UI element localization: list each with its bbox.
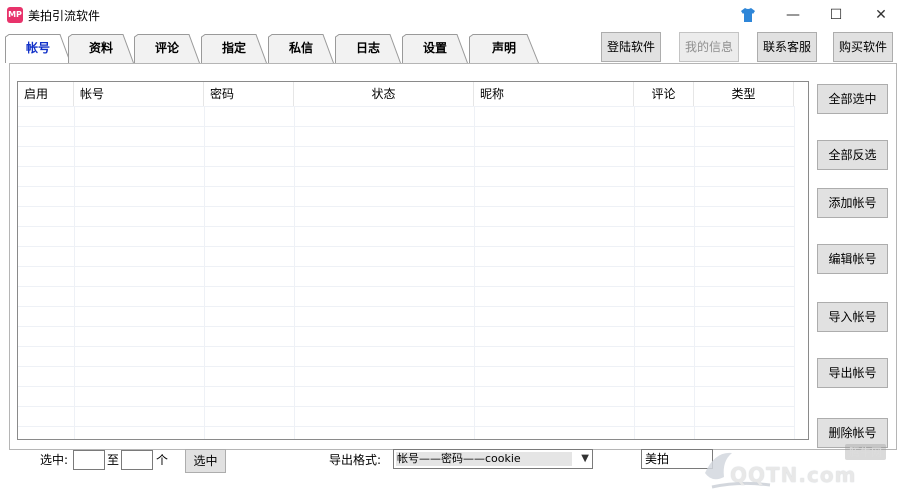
- grid-line: [18, 366, 794, 367]
- import-account-button[interactable]: 导入帐号: [817, 302, 888, 332]
- title-bar: MP 美拍引流软件 — ☐ ✕: [0, 0, 905, 30]
- tab-account-label: 帐号: [25, 41, 50, 55]
- unit-label: 个: [156, 453, 169, 467]
- grid-line: [18, 286, 794, 287]
- watermark-brand: QQTN.com: [730, 463, 857, 487]
- grid-line: [474, 106, 475, 439]
- grid-line: [18, 146, 794, 147]
- platform-value: 美拍: [645, 452, 670, 466]
- close-button[interactable]: ✕: [858, 0, 904, 30]
- export-account-button[interactable]: 导出帐号: [817, 358, 888, 388]
- grid-line: [18, 246, 794, 247]
- select-range-button[interactable]: 选中: [185, 449, 226, 473]
- grid-line: [18, 126, 794, 127]
- grid-line: [634, 106, 635, 439]
- window-title: 美拍引流软件: [28, 9, 101, 23]
- tshirt-skin-icon[interactable]: [740, 7, 756, 23]
- tab-comment[interactable]: 评论: [134, 34, 200, 63]
- grid-line: [18, 306, 794, 307]
- grid-line: [18, 426, 794, 427]
- buy-software-button[interactable]: 购买软件: [833, 32, 893, 62]
- grid-line: [18, 266, 794, 267]
- grid-line: [18, 166, 794, 167]
- column-account[interactable]: 帐号: [74, 82, 204, 106]
- grid-line: [694, 106, 695, 439]
- table-body: [18, 106, 808, 439]
- column-status[interactable]: 状态: [294, 82, 474, 106]
- minimize-button[interactable]: —: [770, 0, 816, 30]
- grid-line: [294, 106, 295, 439]
- account-table[interactable]: 启用 帐号 密码 状态 昵称 评论 类型: [17, 81, 809, 440]
- tab-comment-label: 评论: [154, 41, 179, 55]
- column-password[interactable]: 密码: [204, 82, 294, 106]
- tab-profile-label: 资料: [88, 41, 113, 55]
- column-nickname[interactable]: 昵称: [474, 82, 634, 106]
- tab-specify-label: 指定: [221, 41, 246, 55]
- tab-statement[interactable]: 声明: [469, 34, 539, 63]
- grid-line: [794, 106, 795, 439]
- table-header: 启用 帐号 密码 状态 昵称 评论 类型: [18, 82, 808, 106]
- export-format-label: 导出格式:: [329, 453, 382, 467]
- tab-log[interactable]: 日志: [335, 34, 401, 63]
- grid-line: [18, 346, 794, 347]
- tab-log-label: 日志: [355, 41, 380, 55]
- grid-line: [18, 206, 794, 207]
- to-label: 至: [107, 453, 120, 467]
- my-info-button[interactable]: 我的信息: [679, 32, 739, 62]
- grid-line: [18, 186, 794, 187]
- export-format-select[interactable]: 帐号——密码——cookie ▼: [393, 449, 593, 469]
- select-all-button[interactable]: 全部选中: [817, 84, 888, 114]
- tab-statement-label: 声明: [491, 41, 516, 55]
- grid-line: [74, 106, 75, 439]
- tab-settings-label: 设置: [422, 41, 447, 55]
- tab-account[interactable]: 帐号: [5, 34, 71, 63]
- tab-specify[interactable]: 指定: [201, 34, 267, 63]
- grid-line: [18, 226, 794, 227]
- export-format-value: 帐号——密码——cookie: [397, 452, 521, 465]
- contact-support-button[interactable]: 联系客服: [757, 32, 817, 62]
- grid-line: [18, 106, 794, 107]
- invert-selection-button[interactable]: 全部反选: [817, 140, 888, 170]
- chevron-down-icon: ▼: [581, 453, 589, 464]
- grid-line: [18, 406, 794, 407]
- app-logo-icon: MP: [7, 7, 23, 23]
- grid-line: [18, 386, 794, 387]
- select-to-input[interactable]: [121, 450, 153, 470]
- tab-settings[interactable]: 设置: [402, 34, 468, 63]
- edit-account-button[interactable]: 编辑帐号: [817, 244, 888, 274]
- grid-line: [204, 106, 205, 439]
- grid-line: [18, 326, 794, 327]
- tab-private-message-label: 私信: [288, 41, 313, 55]
- add-account-button[interactable]: 添加帐号: [817, 188, 888, 218]
- column-enabled[interactable]: 启用: [18, 82, 74, 106]
- tab-private-message[interactable]: 私信: [268, 34, 334, 63]
- column-comment[interactable]: 评论: [634, 82, 694, 106]
- column-type[interactable]: 类型: [694, 82, 794, 106]
- watermark-sub: 腾牛网: [845, 444, 886, 460]
- tab-profile[interactable]: 资料: [68, 34, 134, 63]
- login-software-button[interactable]: 登陆软件: [601, 32, 661, 62]
- select-from-input[interactable]: [73, 450, 105, 470]
- maximize-button[interactable]: ☐: [813, 0, 859, 30]
- select-range-label: 选中:: [40, 453, 69, 467]
